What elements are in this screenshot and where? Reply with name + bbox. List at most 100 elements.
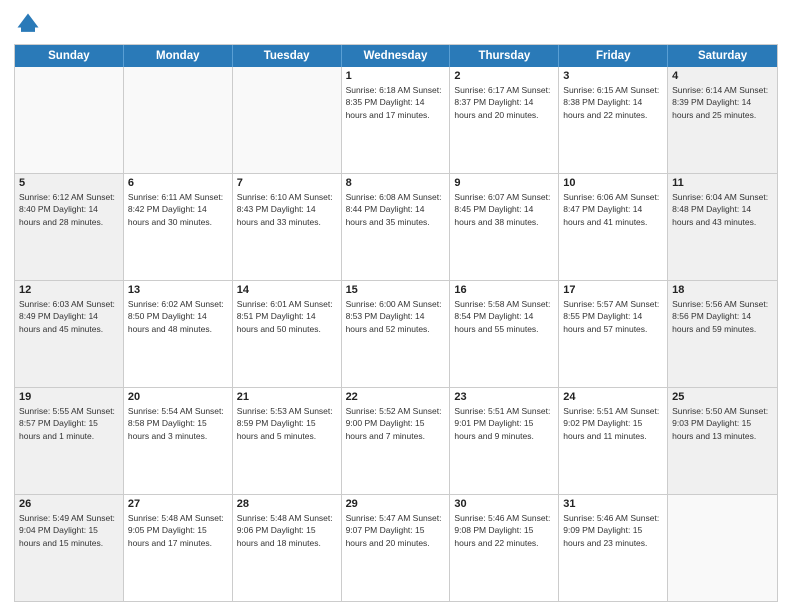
cell-info: Sunrise: 6:06 AM Sunset: 8:47 PM Dayligh… — [563, 191, 663, 228]
calendar-cell-23: 23 Sunrise: 5:51 AM Sunset: 9:01 PM Dayli… — [450, 388, 559, 494]
logo-inner — [14, 10, 46, 38]
cell-info: Sunrise: 6:00 AM Sunset: 8:53 PM Dayligh… — [346, 298, 446, 335]
cell-info: Sunrise: 6:07 AM Sunset: 8:45 PM Dayligh… — [454, 191, 554, 228]
cell-info: Sunrise: 5:58 AM Sunset: 8:54 PM Dayligh… — [454, 298, 554, 335]
cell-info: Sunrise: 5:53 AM Sunset: 8:59 PM Dayligh… — [237, 405, 337, 442]
weekday-header-thursday: Thursday — [450, 45, 559, 67]
calendar-header: SundayMondayTuesdayWednesdayThursdayFrid… — [15, 45, 777, 67]
cell-info: Sunrise: 5:51 AM Sunset: 9:02 PM Dayligh… — [563, 405, 663, 442]
cell-info: Sunrise: 6:15 AM Sunset: 8:38 PM Dayligh… — [563, 84, 663, 121]
weekday-header-friday: Friday — [559, 45, 668, 67]
day-number: 31 — [563, 498, 663, 510]
day-number: 11 — [672, 177, 773, 189]
cell-info: Sunrise: 5:55 AM Sunset: 8:57 PM Dayligh… — [19, 405, 119, 442]
day-number: 3 — [563, 70, 663, 82]
day-number: 25 — [672, 391, 773, 403]
calendar-cell-15: 15 Sunrise: 6:00 AM Sunset: 8:53 PM Dayli… — [342, 281, 451, 387]
calendar-cell-2: 2 Sunrise: 6:17 AM Sunset: 8:37 PM Daylig… — [450, 67, 559, 173]
calendar-cell-13: 13 Sunrise: 6:02 AM Sunset: 8:50 PM Dayli… — [124, 281, 233, 387]
logo-icon — [14, 10, 42, 38]
calendar-cell-17: 17 Sunrise: 5:57 AM Sunset: 8:55 PM Dayli… — [559, 281, 668, 387]
day-number: 12 — [19, 284, 119, 296]
weekday-header-saturday: Saturday — [668, 45, 777, 67]
calendar-cell-3: 3 Sunrise: 6:15 AM Sunset: 8:38 PM Daylig… — [559, 67, 668, 173]
cell-info: Sunrise: 5:51 AM Sunset: 9:01 PM Dayligh… — [454, 405, 554, 442]
day-number: 23 — [454, 391, 554, 403]
calendar-cell-empty-4-6 — [668, 495, 777, 601]
calendar-cell-5: 5Sunrise: 6:12 AM Sunset: 8:40 PM Daylig… — [15, 174, 124, 280]
day-number: 30 — [454, 498, 554, 510]
calendar-cell-19: 19 Sunrise: 5:55 AM Sunset: 8:57 PM Dayli… — [15, 388, 124, 494]
cell-info: Sunrise: 6:12 AM Sunset: 8:40 PM Dayligh… — [19, 191, 119, 228]
day-number: 20 — [128, 391, 228, 403]
cell-info: Sunrise: 5:54 AM Sunset: 8:58 PM Dayligh… — [128, 405, 228, 442]
page: SundayMondayTuesdayWednesdayThursdayFrid… — [0, 0, 792, 612]
calendar-row-2: 12 Sunrise: 6:03 AM Sunset: 8:49 PM Dayli… — [15, 280, 777, 387]
calendar-row-4: 26Sunrise: 5:49 AM Sunset: 9:04 PM Dayli… — [15, 494, 777, 601]
day-number: 22 — [346, 391, 446, 403]
calendar-cell-9: 9 Sunrise: 6:07 AM Sunset: 8:45 PM Daylig… — [450, 174, 559, 280]
calendar-cell-empty-0-1 — [124, 67, 233, 173]
cell-info: Sunrise: 6:10 AM Sunset: 8:43 PM Dayligh… — [237, 191, 337, 228]
calendar-cell-24: 24 Sunrise: 5:51 AM Sunset: 9:02 PM Dayli… — [559, 388, 668, 494]
day-number: 28 — [237, 498, 337, 510]
day-number: 8 — [346, 177, 446, 189]
calendar-cell-26: 26Sunrise: 5:49 AM Sunset: 9:04 PM Dayli… — [15, 495, 124, 601]
cell-info: Sunrise: 6:17 AM Sunset: 8:37 PM Dayligh… — [454, 84, 554, 121]
calendar-cell-25: 25 Sunrise: 5:50 AM Sunset: 9:03 PM Dayli… — [668, 388, 777, 494]
calendar-cell-7: 7 Sunrise: 6:10 AM Sunset: 8:43 PM Daylig… — [233, 174, 342, 280]
day-number: 15 — [346, 284, 446, 296]
day-number: 24 — [563, 391, 663, 403]
calendar-cell-1: 1 Sunrise: 6:18 AM Sunset: 8:35 PM Daylig… — [342, 67, 451, 173]
day-number: 6 — [128, 177, 228, 189]
cell-info: Sunrise: 6:01 AM Sunset: 8:51 PM Dayligh… — [237, 298, 337, 335]
calendar-cell-20: 20 Sunrise: 5:54 AM Sunset: 8:58 PM Dayli… — [124, 388, 233, 494]
header — [14, 10, 778, 38]
calendar-cell-30: 30Sunrise: 5:46 AM Sunset: 9:08 PM Dayli… — [450, 495, 559, 601]
cell-info: Sunrise: 6:02 AM Sunset: 8:50 PM Dayligh… — [128, 298, 228, 335]
cell-info: Sunrise: 5:48 AM Sunset: 9:05 PM Dayligh… — [128, 512, 228, 549]
cell-info: Sunrise: 5:49 AM Sunset: 9:04 PM Dayligh… — [19, 512, 119, 549]
day-number: 21 — [237, 391, 337, 403]
calendar-cell-31: 31 Sunrise: 5:46 AM Sunset: 9:09 PM Dayli… — [559, 495, 668, 601]
cell-info: Sunrise: 5:56 AM Sunset: 8:56 PM Dayligh… — [672, 298, 773, 335]
day-number: 1 — [346, 70, 446, 82]
cell-info: Sunrise: 6:04 AM Sunset: 8:48 PM Dayligh… — [672, 191, 773, 228]
day-number: 4 — [672, 70, 773, 82]
day-number: 18 — [672, 284, 773, 296]
calendar-cell-4: 4Sunrise: 6:14 AM Sunset: 8:39 PM Daylig… — [668, 67, 777, 173]
calendar-body: 1 Sunrise: 6:18 AM Sunset: 8:35 PM Daylig… — [15, 67, 777, 601]
calendar-cell-empty-0-0 — [15, 67, 124, 173]
day-number: 9 — [454, 177, 554, 189]
day-number: 2 — [454, 70, 554, 82]
calendar-row-3: 19 Sunrise: 5:55 AM Sunset: 8:57 PM Dayli… — [15, 387, 777, 494]
calendar-cell-12: 12 Sunrise: 6:03 AM Sunset: 8:49 PM Dayli… — [15, 281, 124, 387]
calendar-cell-29: 29Sunrise: 5:47 AM Sunset: 9:07 PM Dayli… — [342, 495, 451, 601]
day-number: 13 — [128, 284, 228, 296]
day-number: 16 — [454, 284, 554, 296]
day-number: 7 — [237, 177, 337, 189]
calendar-cell-22: 22 Sunrise: 5:52 AM Sunset: 9:00 PM Dayli… — [342, 388, 451, 494]
cell-info: Sunrise: 6:03 AM Sunset: 8:49 PM Dayligh… — [19, 298, 119, 335]
calendar-cell-21: 21 Sunrise: 5:53 AM Sunset: 8:59 PM Dayli… — [233, 388, 342, 494]
day-number: 19 — [19, 391, 119, 403]
day-number: 17 — [563, 284, 663, 296]
cell-info: Sunrise: 5:57 AM Sunset: 8:55 PM Dayligh… — [563, 298, 663, 335]
weekday-header-wednesday: Wednesday — [342, 45, 451, 67]
cell-info: Sunrise: 6:18 AM Sunset: 8:35 PM Dayligh… — [346, 84, 446, 121]
calendar-cell-14: 14Sunrise: 6:01 AM Sunset: 8:51 PM Dayli… — [233, 281, 342, 387]
calendar-cell-27: 27Sunrise: 5:48 AM Sunset: 9:05 PM Dayli… — [124, 495, 233, 601]
calendar-cell-empty-0-2 — [233, 67, 342, 173]
calendar-row-1: 5Sunrise: 6:12 AM Sunset: 8:40 PM Daylig… — [15, 173, 777, 280]
cell-info: Sunrise: 5:50 AM Sunset: 9:03 PM Dayligh… — [672, 405, 773, 442]
calendar-cell-8: 8 Sunrise: 6:08 AM Sunset: 8:44 PM Daylig… — [342, 174, 451, 280]
calendar-cell-10: 10 Sunrise: 6:06 AM Sunset: 8:47 PM Dayli… — [559, 174, 668, 280]
cell-info: Sunrise: 5:52 AM Sunset: 9:00 PM Dayligh… — [346, 405, 446, 442]
calendar-cell-11: 11 Sunrise: 6:04 AM Sunset: 8:48 PM Dayli… — [668, 174, 777, 280]
cell-info: Sunrise: 6:08 AM Sunset: 8:44 PM Dayligh… — [346, 191, 446, 228]
cell-info: Sunrise: 5:47 AM Sunset: 9:07 PM Dayligh… — [346, 512, 446, 549]
calendar-cell-18: 18 Sunrise: 5:56 AM Sunset: 8:56 PM Dayli… — [668, 281, 777, 387]
day-number: 10 — [563, 177, 663, 189]
calendar-cell-16: 16 Sunrise: 5:58 AM Sunset: 8:54 PM Dayli… — [450, 281, 559, 387]
cell-info: Sunrise: 5:46 AM Sunset: 9:09 PM Dayligh… — [563, 512, 663, 549]
